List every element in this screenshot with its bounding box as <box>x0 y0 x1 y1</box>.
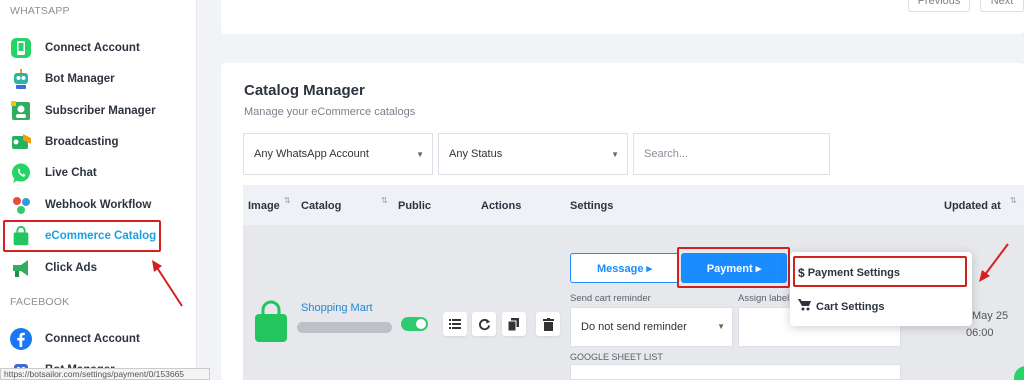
google-sheet-label: GOOGLE SHEET LIST <box>570 352 663 362</box>
cart-settings-item[interactable]: Cart Settings <box>798 299 884 314</box>
sidebar-item-label: Subscriber Manager <box>45 105 156 117</box>
column-public[interactable]: Public <box>398 200 431 212</box>
column-catalog[interactable]: Catalog <box>301 200 341 212</box>
facebook-section-title: FACEBOOK <box>10 296 70 308</box>
broadcast-icon <box>8 129 34 155</box>
sidebar-item-subscriber-manager[interactable]: Subscriber Manager <box>8 98 196 124</box>
sidebar-item-label: Webhook Workflow <box>45 199 152 211</box>
status-select[interactable]: Any Status ▼ <box>438 133 628 175</box>
sidebar-item-broadcasting[interactable]: Broadcasting <box>8 129 196 155</box>
sidebar-item-fb-connect-account[interactable]: Connect Account <box>8 326 196 352</box>
subscriber-icon <box>8 98 34 124</box>
column-settings: Settings <box>570 200 614 212</box>
sidebar-item-live-chat[interactable]: Live Chat <box>8 160 196 186</box>
updated-time: 06:00 <box>966 327 994 339</box>
caret-down-icon: ▼ <box>611 150 619 159</box>
shopping-bag-icon <box>252 300 290 349</box>
column-image[interactable]: Image <box>248 200 280 212</box>
sort-icon[interactable]: ⇅ <box>1010 196 1017 205</box>
sidebar: WHATSAPP Connect Account Bot Manager Sub… <box>0 0 197 380</box>
google-sheet-select[interactable] <box>570 364 901 380</box>
robot-icon <box>8 66 34 92</box>
sidebar-item-label: Broadcasting <box>45 136 119 148</box>
webhook-icon <box>8 192 34 218</box>
search-input[interactable]: Search... <box>633 133 830 175</box>
whatsapp-account-select[interactable]: Any WhatsApp Account ▼ <box>243 133 433 175</box>
megaphone-icon <box>8 255 34 281</box>
sidebar-item-label: Connect Account <box>45 333 140 345</box>
send-cart-label: Send cart reminder <box>570 293 651 304</box>
caret-down-icon: ▼ <box>416 150 424 159</box>
refresh-icon[interactable] <box>472 312 496 336</box>
catalog-id-redacted <box>297 322 392 333</box>
updated-date: May 25 <box>972 310 1009 322</box>
annotation-arrow-sidebar <box>152 260 183 307</box>
whatsapp-section-title: WHATSAPP <box>10 5 70 17</box>
sidebar-item-label: Bot Manager <box>45 73 115 85</box>
previous-button[interactable]: Previous <box>908 0 970 12</box>
list-icon[interactable] <box>443 312 467 336</box>
assign-label-label: Assign label <box>738 293 790 304</box>
sidebar-item-bot-manager[interactable]: Bot Manager <box>8 66 196 92</box>
chat-bubble-icon <box>8 160 34 186</box>
annotation-arrow-dropdown <box>979 243 1009 282</box>
next-button[interactable]: Next <box>980 0 1024 12</box>
table-header <box>243 185 1024 225</box>
copy-icon[interactable] <box>502 312 526 336</box>
cart-icon <box>798 299 811 314</box>
status-bar-url: https://botsailor.com/settings/payment/0… <box>0 368 210 380</box>
sort-icon[interactable]: ⇅ <box>284 196 291 205</box>
top-card: Previous Next <box>221 0 1024 34</box>
column-updated-at[interactable]: Updated at <box>944 200 1001 212</box>
page-title: Catalog Manager <box>244 82 365 99</box>
trash-icon[interactable] <box>536 312 560 336</box>
facebook-icon <box>8 326 34 352</box>
catalog-name-link[interactable]: Shopping Mart <box>301 302 373 314</box>
sidebar-item-webhook-workflow[interactable]: Webhook Workflow <box>8 192 196 218</box>
sidebar-item-label: Connect Account <box>45 42 140 54</box>
send-cart-reminder-select[interactable]: Do not send reminder ▼ <box>570 307 733 347</box>
sort-icon[interactable]: ⇅ <box>381 196 388 205</box>
sidebar-item-connect-account[interactable]: Connect Account <box>8 35 196 61</box>
sidebar-item-label: Live Chat <box>45 167 97 179</box>
public-toggle[interactable] <box>401 317 428 331</box>
sidebar-item-label: Click Ads <box>45 262 97 274</box>
caret-down-icon: ▼ <box>717 322 725 331</box>
highlight-ecommerce-catalog <box>3 220 161 252</box>
page-subtitle: Manage your eCommerce catalogs <box>244 106 416 118</box>
whatsapp-icon <box>8 35 34 61</box>
message-button[interactable]: Message ▸ <box>570 253 679 283</box>
highlight-payment-settings <box>793 256 967 287</box>
column-actions: Actions <box>481 200 522 212</box>
highlight-payment-button <box>677 247 790 288</box>
